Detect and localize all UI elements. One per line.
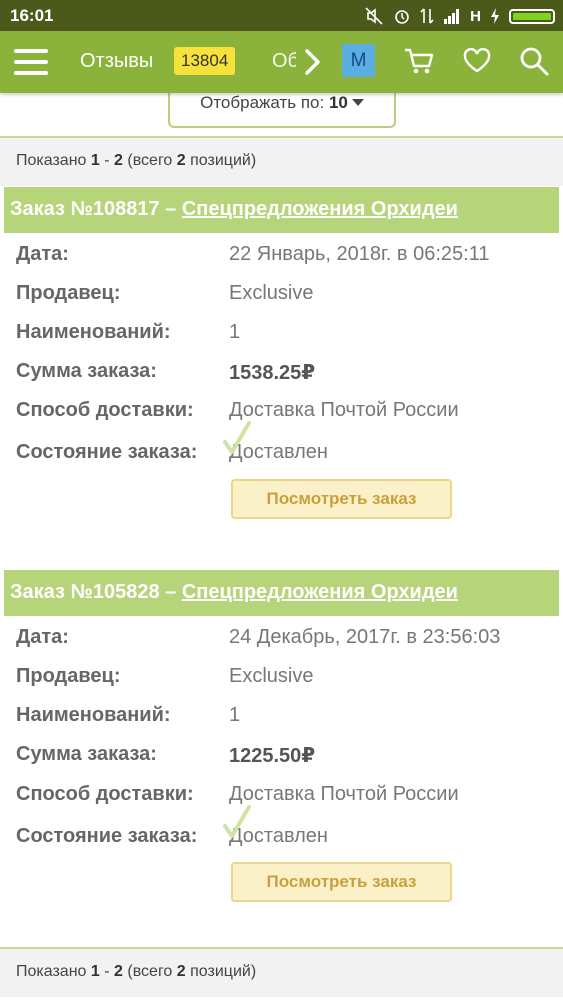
delivery-value: Доставка Почтой России [229,399,459,421]
battery-icon [509,8,555,24]
top-nav-bar: Отзывы 13804 Об М [0,31,563,93]
items-value: 1 [229,704,241,726]
heart-icon[interactable] [462,46,492,76]
state-label: Состояние заказа: [16,825,198,847]
sum-value: 1225.50₽ [229,745,316,767]
reviews-count-badge: 13804 [174,47,236,75]
alarm-icon [395,10,409,24]
seller-value: Exclusive [229,665,314,687]
reviews-link[interactable]: Отзывы [80,50,153,73]
items-label: Наименований: [16,704,171,726]
store-link[interactable]: Спецпредложения Орхидеи [182,198,458,220]
items-label: Наименований: [16,321,171,343]
network-type: H [470,7,481,25]
pagination-info-top: Показано 1 - 2 (всего 2 позиций) [0,138,563,186]
checkmark-icon [223,805,251,838]
view-order-button[interactable]: Посмотреть заказ [231,862,452,902]
user-avatar[interactable]: М [342,44,375,77]
status-bar: 16:01 H [0,0,563,31]
date-label: Дата: [16,243,69,265]
delivery-label: Способ доставки: [16,399,194,421]
state-label: Состояние заказа: [16,441,198,463]
sum-label: Сумма заказа: [16,743,157,765]
charging-icon [491,8,499,24]
per-page-value: 10 [328,93,348,112]
next-nav-tab[interactable]: Об [272,50,296,73]
data-transfer-icon [420,8,434,24]
seller-value: Exclusive [229,282,314,304]
signal-icon [444,9,460,24]
order-header: Заказ №108817 – Спецпредложения Орхидеи [4,187,559,233]
chevron-right-icon[interactable] [298,47,326,77]
view-order-button[interactable]: Посмотреть заказ [231,479,452,519]
search-icon[interactable] [518,45,550,77]
checkmark-icon [223,421,251,454]
seller-label: Продавец: [16,282,121,304]
caret-down-icon [351,99,364,106]
date-value: 22 Январь, 2018г. в 06:25:11 [229,243,490,265]
delivery-label: Способ доставки: [16,783,194,805]
store-link[interactable]: Спецпредложения Орхидеи [182,581,458,603]
seller-label: Продавец: [16,665,121,687]
pagination-info-bottom: Показано 1 - 2 (всего 2 позиций) [0,949,563,997]
hamburger-icon[interactable] [14,47,48,77]
order-header: Заказ №105828 – Спецпредложения Орхидеи [4,570,559,616]
cart-icon[interactable] [403,45,435,77]
order-title: Заказ №108817 – [10,198,177,220]
per-page-label: Отображать по: [200,93,325,112]
date-value: 24 Декабрь, 2017г. в 23:56:03 [229,626,501,648]
delivery-value: Доставка Почтой России [229,783,459,805]
status-icons: H [364,4,555,28]
order-title: Заказ №105828 – [10,581,177,603]
sum-value: 1538.25₽ [229,362,316,384]
sum-label: Сумма заказа: [16,360,157,382]
mute-icon [365,7,383,25]
date-label: Дата: [16,626,69,648]
status-time: 16:01 [10,6,54,25]
items-value: 1 [229,321,241,343]
